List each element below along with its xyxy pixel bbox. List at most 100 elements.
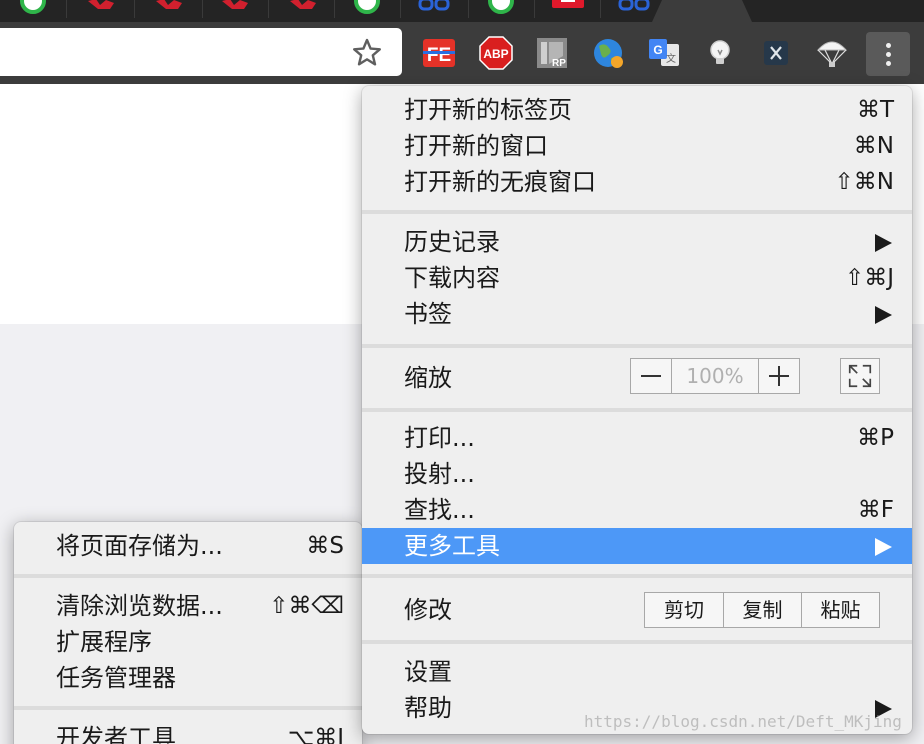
menu-separator <box>362 210 912 214</box>
menu-separator <box>362 574 912 578</box>
fullscreen-icon <box>848 364 872 388</box>
zoom-level: 100% <box>671 359 759 393</box>
tab-divider <box>600 0 601 18</box>
fe-icon-text: FE <box>427 45 451 66</box>
menu-item-cast[interactable]: 投射... <box>362 456 912 492</box>
menu-item-label: 查找... <box>404 496 475 524</box>
menu-item-print[interactable]: 打印... ⌘P <box>362 420 912 456</box>
menu-item-shortcut: ⇧⌘⌫ <box>269 593 344 619</box>
submenu-arrow-icon <box>875 306 892 324</box>
tab-favicon-blue[interactable] <box>418 0 450 11</box>
kebab-dot <box>885 60 891 66</box>
menu-separator <box>362 640 912 644</box>
menu-item-settings[interactable]: 设置 <box>362 654 912 690</box>
abp-icon-text: ABP <box>483 47 508 61</box>
menu-item-new-window[interactable]: 打开新的窗口 ⌘N <box>362 128 912 164</box>
menu-item-label: 打印... <box>404 424 475 452</box>
menu-item-label: 投射... <box>404 460 475 488</box>
menu-item-label: 更多工具 <box>404 532 500 560</box>
address-bar[interactable] <box>0 28 402 76</box>
kebab-dot <box>885 42 891 48</box>
menu-item-new-tab[interactable]: 打开新的标签页 ⌘T <box>362 92 912 128</box>
tab-favicon-red[interactable] <box>154 0 184 10</box>
cut-button[interactable]: 剪切 <box>645 593 723 627</box>
chrome-main-menu: 打开新的标签页 ⌘T 打开新的窗口 ⌘N 打开新的无痕窗口 ⇧⌘N 历史记录 下… <box>362 86 912 734</box>
menu-item-downloads[interactable]: 下载内容 ⇧⌘J <box>362 260 912 296</box>
menu-item-label: 将页面存储为... <box>56 532 223 560</box>
menu-item-label: 下载内容 <box>404 264 500 292</box>
menu-item-label: 书签 <box>404 300 452 328</box>
menu-item-label: 任务管理器 <box>56 664 176 692</box>
menu-item-shortcut: ⇧⌘N <box>834 169 894 195</box>
tab-favicon-green[interactable] <box>20 0 46 14</box>
menu-item-shortcut: ⌘F <box>857 497 894 523</box>
menu-item-bookmarks[interactable]: 书签 <box>362 296 912 332</box>
adblock-plus-icon[interactable]: ABP <box>479 36 513 70</box>
tab-divider <box>400 0 401 18</box>
menu-item-label: 打开新的标签页 <box>404 96 572 124</box>
menu-item-label: 开发者工具 <box>56 724 176 744</box>
globe-icon[interactable] <box>591 36 625 70</box>
menu-item-clear-browsing-data[interactable]: 清除浏览数据... ⇧⌘⌫ <box>14 588 362 624</box>
zoom-controls: 100% <box>630 358 800 394</box>
menu-item-more-tools[interactable]: 更多工具 <box>362 528 912 564</box>
zoom-label: 缩放 <box>404 364 452 392</box>
menu-item-developer-tools[interactable]: 开发者工具 ⌥⌘I <box>14 720 362 744</box>
submenu-arrow-icon <box>875 700 892 718</box>
menu-item-label: 扩展程序 <box>56 628 152 656</box>
fe-helper-icon[interactable]: FE <box>422 36 456 70</box>
tab-divider <box>534 0 535 18</box>
paste-button[interactable]: 粘贴 <box>801 593 879 627</box>
tab-favicon-blue[interactable] <box>618 0 650 11</box>
zoom-out-button[interactable] <box>631 359 671 393</box>
zoom-in-button[interactable] <box>759 359 799 393</box>
svg-text:文: 文 <box>666 52 676 65</box>
google-translate-icon[interactable]: G文 <box>647 36 681 70</box>
menu-item-save-page-as[interactable]: 将页面存储为... ⌘S <box>14 528 362 564</box>
parachute-icon[interactable] <box>815 36 849 70</box>
menu-item-shortcut: ⌘T <box>856 97 894 123</box>
menu-item-task-manager[interactable]: 任务管理器 <box>14 660 362 696</box>
submenu-arrow-icon <box>875 234 892 252</box>
lightbulb-icon[interactable] <box>703 36 737 70</box>
copy-button[interactable]: 复制 <box>723 593 801 627</box>
edit-controls: 剪切 复制 粘贴 <box>644 592 880 628</box>
menu-separator <box>362 344 912 348</box>
menu-item-label: 清除浏览数据... <box>56 592 223 620</box>
menu-item-label: 打开新的无痕窗口 <box>404 168 596 196</box>
menu-item-shortcut: ⇧⌘J <box>844 265 894 291</box>
rp-icon-text: RP <box>552 58 566 69</box>
axure-rp-icon[interactable]: RP <box>535 36 569 70</box>
tab-favicon-green[interactable] <box>488 0 514 14</box>
menu-item-label: 历史记录 <box>404 228 500 256</box>
menu-item-help[interactable]: 帮助 <box>362 690 912 726</box>
tab-divider <box>134 0 135 18</box>
fullscreen-button[interactable] <box>840 358 880 394</box>
menu-item-label: 帮助 <box>404 694 452 722</box>
kebab-menu-icon[interactable] <box>866 32 910 76</box>
tab-favicon-red[interactable] <box>288 0 318 10</box>
tab-favicon-green[interactable] <box>354 0 380 14</box>
kebab-dot <box>885 51 891 57</box>
tab-favicon-red[interactable] <box>220 0 250 10</box>
menu-item-find[interactable]: 查找... ⌘F <box>362 492 912 528</box>
tab-favicon-redbox[interactable] <box>552 0 584 8</box>
svg-text:G: G <box>653 43 662 57</box>
tab-divider <box>468 0 469 18</box>
menu-separator <box>14 574 362 578</box>
menu-item-label: 打开新的窗口 <box>404 132 548 160</box>
star-icon[interactable] <box>350 36 384 70</box>
tab-divider <box>268 0 269 18</box>
menu-item-new-incognito-window[interactable]: 打开新的无痕窗口 ⇧⌘N <box>362 164 912 200</box>
tab-favicon-red[interactable] <box>86 0 116 10</box>
browser-toolbar: FE ABP RP G文 <box>0 22 924 84</box>
menu-item-shortcut: ⌘N <box>853 133 894 159</box>
menu-item-history[interactable]: 历史记录 <box>362 224 912 260</box>
tab-divider <box>66 0 67 18</box>
menu-item-extensions[interactable]: 扩展程序 <box>14 624 362 660</box>
x-extension-icon[interactable] <box>759 36 793 70</box>
menu-separator <box>362 408 912 412</box>
more-tools-submenu: 将页面存储为... ⌘S 清除浏览数据... ⇧⌘⌫ 扩展程序 任务管理器 开发… <box>14 522 362 744</box>
active-tab[interactable] <box>652 0 752 22</box>
tab-divider <box>202 0 203 18</box>
